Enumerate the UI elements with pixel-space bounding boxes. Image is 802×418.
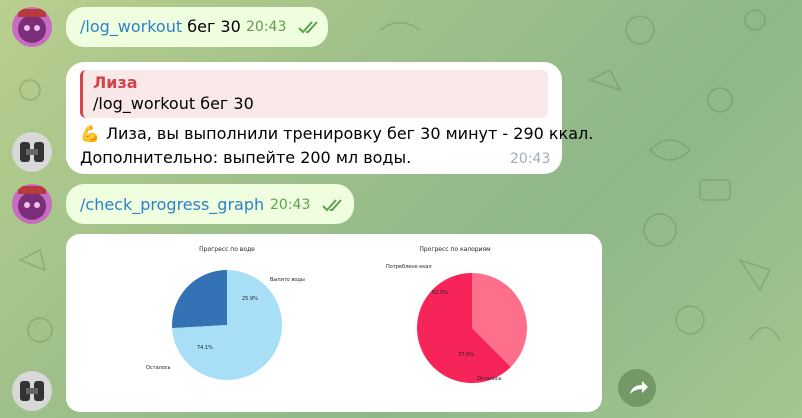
share-button[interactable] xyxy=(618,369,656,407)
incoming-message-bubble[interactable]: Лиза /log_workout бег 30 💪 Лиза, вы выпо… xyxy=(66,62,593,174)
reply-text: /log_workout бег 30 xyxy=(93,94,254,113)
command-link[interactable]: /log_workout xyxy=(80,17,182,36)
message-line-2: Дополнительно: выпейте 200 мл воды. xyxy=(80,148,412,167)
slice-label: Выпито воды xyxy=(270,277,305,283)
message-time: 20:43 xyxy=(270,197,311,213)
slice-pct: 74.1% xyxy=(197,345,213,351)
message-line-1: Лиза, вы выполнили тренировку бег 30 мин… xyxy=(106,124,594,143)
command-link[interactable]: /check_progress_graph xyxy=(80,195,264,214)
command-args: бег 30 xyxy=(182,17,241,36)
avatar-bot[interactable] xyxy=(12,371,52,411)
pie-slice xyxy=(172,270,227,329)
slice-pct: 62.5% xyxy=(432,290,448,296)
pie-charts xyxy=(172,270,527,383)
slice-label: Осталось xyxy=(146,365,171,371)
outgoing-message-bubble[interactable]: /check_progress_graph 20:43 xyxy=(66,184,354,224)
reply-author: Лиза xyxy=(93,73,138,92)
slice-pct: 37.5% xyxy=(458,352,474,358)
avatar-user[interactable] xyxy=(12,184,52,224)
double-check-icon xyxy=(322,199,342,212)
slice-pct: 25.9% xyxy=(242,296,258,302)
message-time: 20:43 xyxy=(510,151,551,167)
reply-quote[interactable]: Лиза /log_workout бег 30 xyxy=(80,70,548,118)
slice-label: Осталось xyxy=(477,376,502,382)
flexed-biceps-icon: 💪 xyxy=(80,124,100,143)
slice-label: Потреблено ккал xyxy=(386,264,432,270)
message-time: 20:43 xyxy=(246,19,287,35)
chart-image-message[interactable]: Прогресс по воде Прогресс по калориям Вы… xyxy=(66,234,602,412)
share-arrow-icon xyxy=(630,381,648,394)
avatar-user[interactable] xyxy=(12,7,52,47)
outgoing-message-bubble[interactable]: /log_workout бег 30 20:43 xyxy=(66,7,328,47)
double-check-icon xyxy=(298,21,318,34)
avatar-bot[interactable] xyxy=(12,132,52,172)
